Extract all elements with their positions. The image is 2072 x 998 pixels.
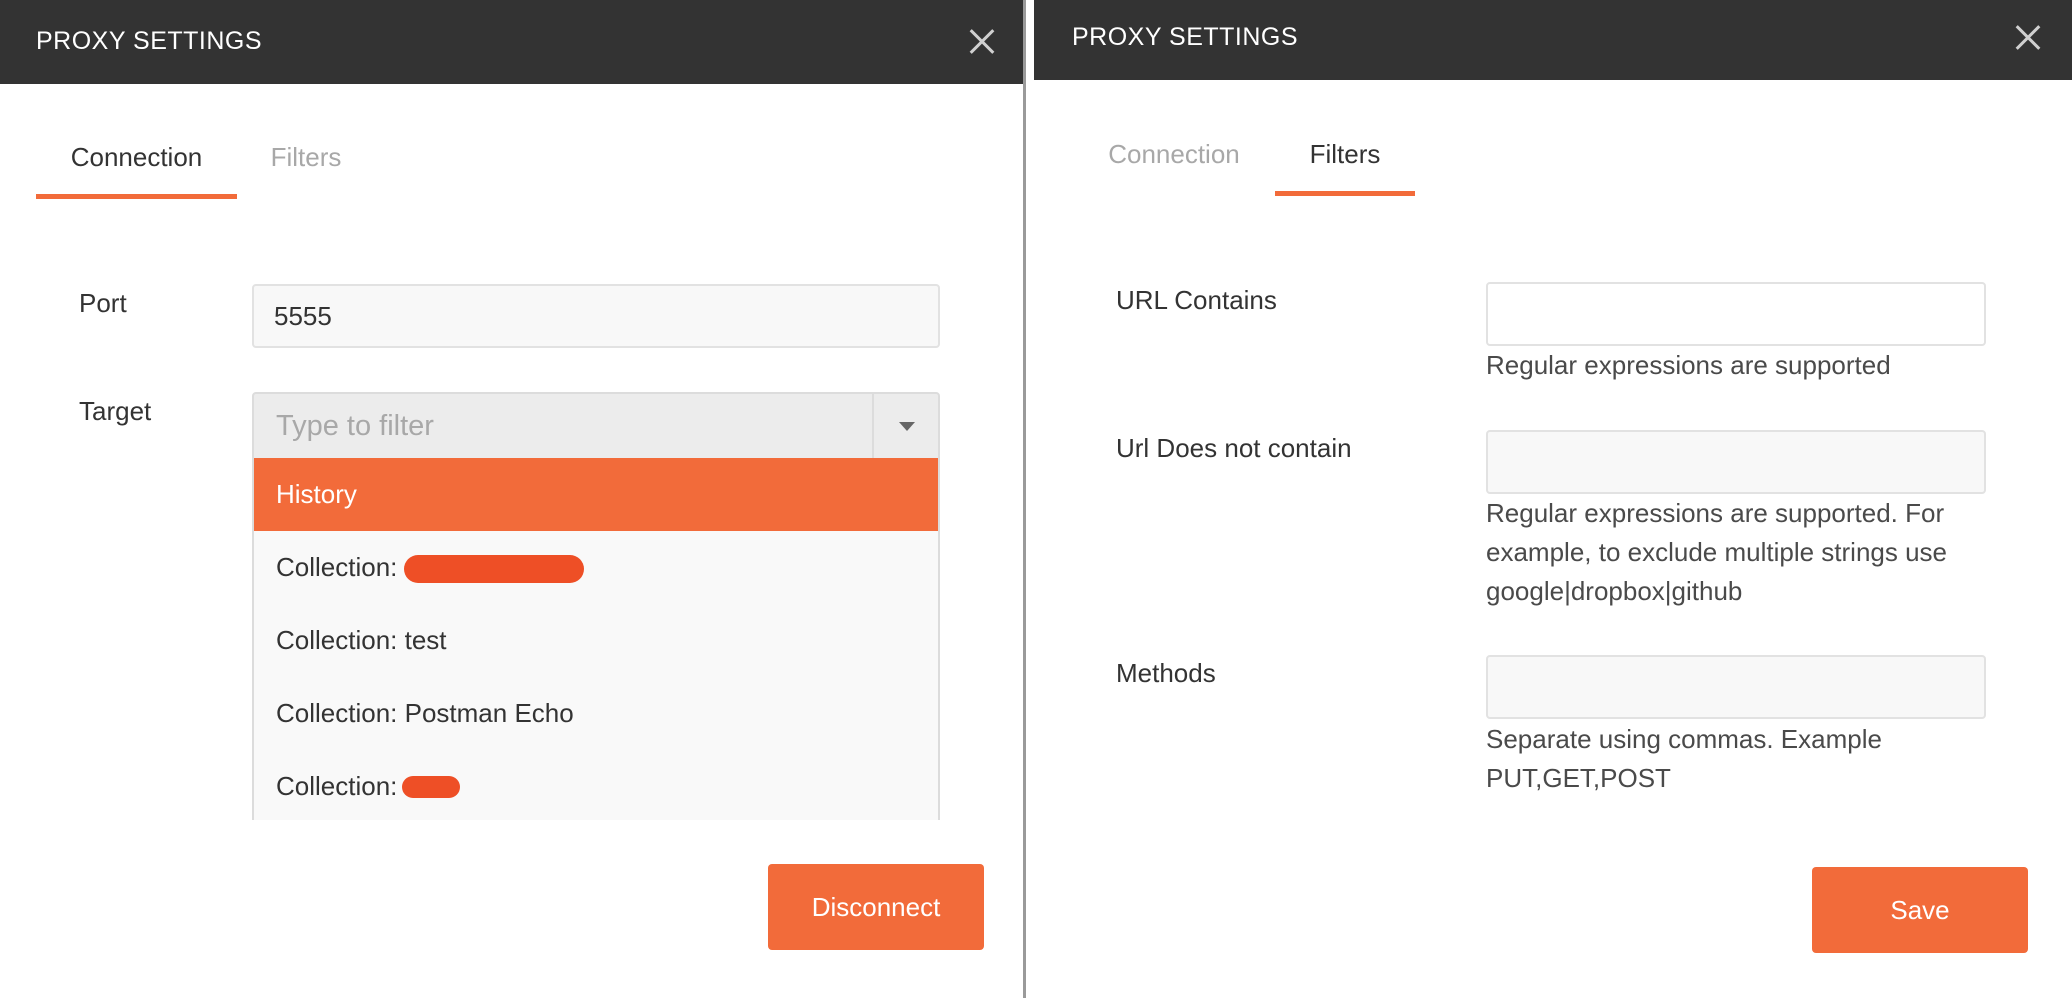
url-contains-label: URL Contains [1116,285,1277,315]
redaction-mark [404,555,584,583]
dialog-header: PROXY SETTINGS [0,0,1023,84]
dialog-title: PROXY SETTINGS [1072,23,1299,51]
disconnect-button[interactable]: Disconnect [768,864,984,950]
methods-input[interactable] [1486,655,1986,719]
close-icon[interactable] [964,24,1000,60]
proxy-settings-dialog-filters: PROXY SETTINGS Connection Filters URL Co… [1034,0,2072,998]
option-label: Collection: [276,552,398,582]
panel-divider [1026,0,1034,998]
tab-filters[interactable]: Filters [1275,139,1415,196]
methods-label: Methods [1116,658,1216,688]
port-label: Port [79,288,127,318]
target-select[interactable] [252,392,940,460]
url-contains-input[interactable] [1486,282,1986,346]
save-button[interactable]: Save [1812,867,2028,953]
target-options-list: History Collection: Collection: test Col… [252,458,940,820]
chevron-down-icon[interactable] [872,394,938,458]
option-label: Collection: [276,771,398,801]
option-collection-redacted-2[interactable]: Collection: [254,750,938,820]
dialog-title: PROXY SETTINGS [36,27,263,55]
url-not-contains-input[interactable] [1486,430,1986,494]
target-label: Target [79,396,152,426]
dialog-header: PROXY SETTINGS [1034,0,2072,80]
url-not-contains-label: Url Does not contain [1116,433,1352,463]
url-not-contains-help: Regular expressions are supported. For e… [1486,498,1948,606]
methods-help: Separate using commas. Example PUT,GET,P… [1486,724,1882,793]
redaction-mark [402,776,460,798]
option-collection-test[interactable]: Collection: test [254,604,938,677]
tab-connection[interactable]: Connection [1104,139,1244,196]
url-contains-help: Regular expressions are supported [1486,350,1891,380]
option-history[interactable]: History [254,458,938,531]
option-collection-redacted-1[interactable]: Collection: [254,531,938,604]
option-collection-postman-echo[interactable]: Collection: Postman Echo [254,677,938,750]
proxy-settings-dialog-connection: PROXY SETTINGS Connection Filters Port T… [0,0,1026,998]
close-icon[interactable] [2010,20,2046,56]
tab-connection[interactable]: Connection [36,142,237,199]
port-input[interactable] [252,284,940,348]
target-filter-input[interactable] [254,394,864,458]
tab-filters[interactable]: Filters [248,142,364,199]
